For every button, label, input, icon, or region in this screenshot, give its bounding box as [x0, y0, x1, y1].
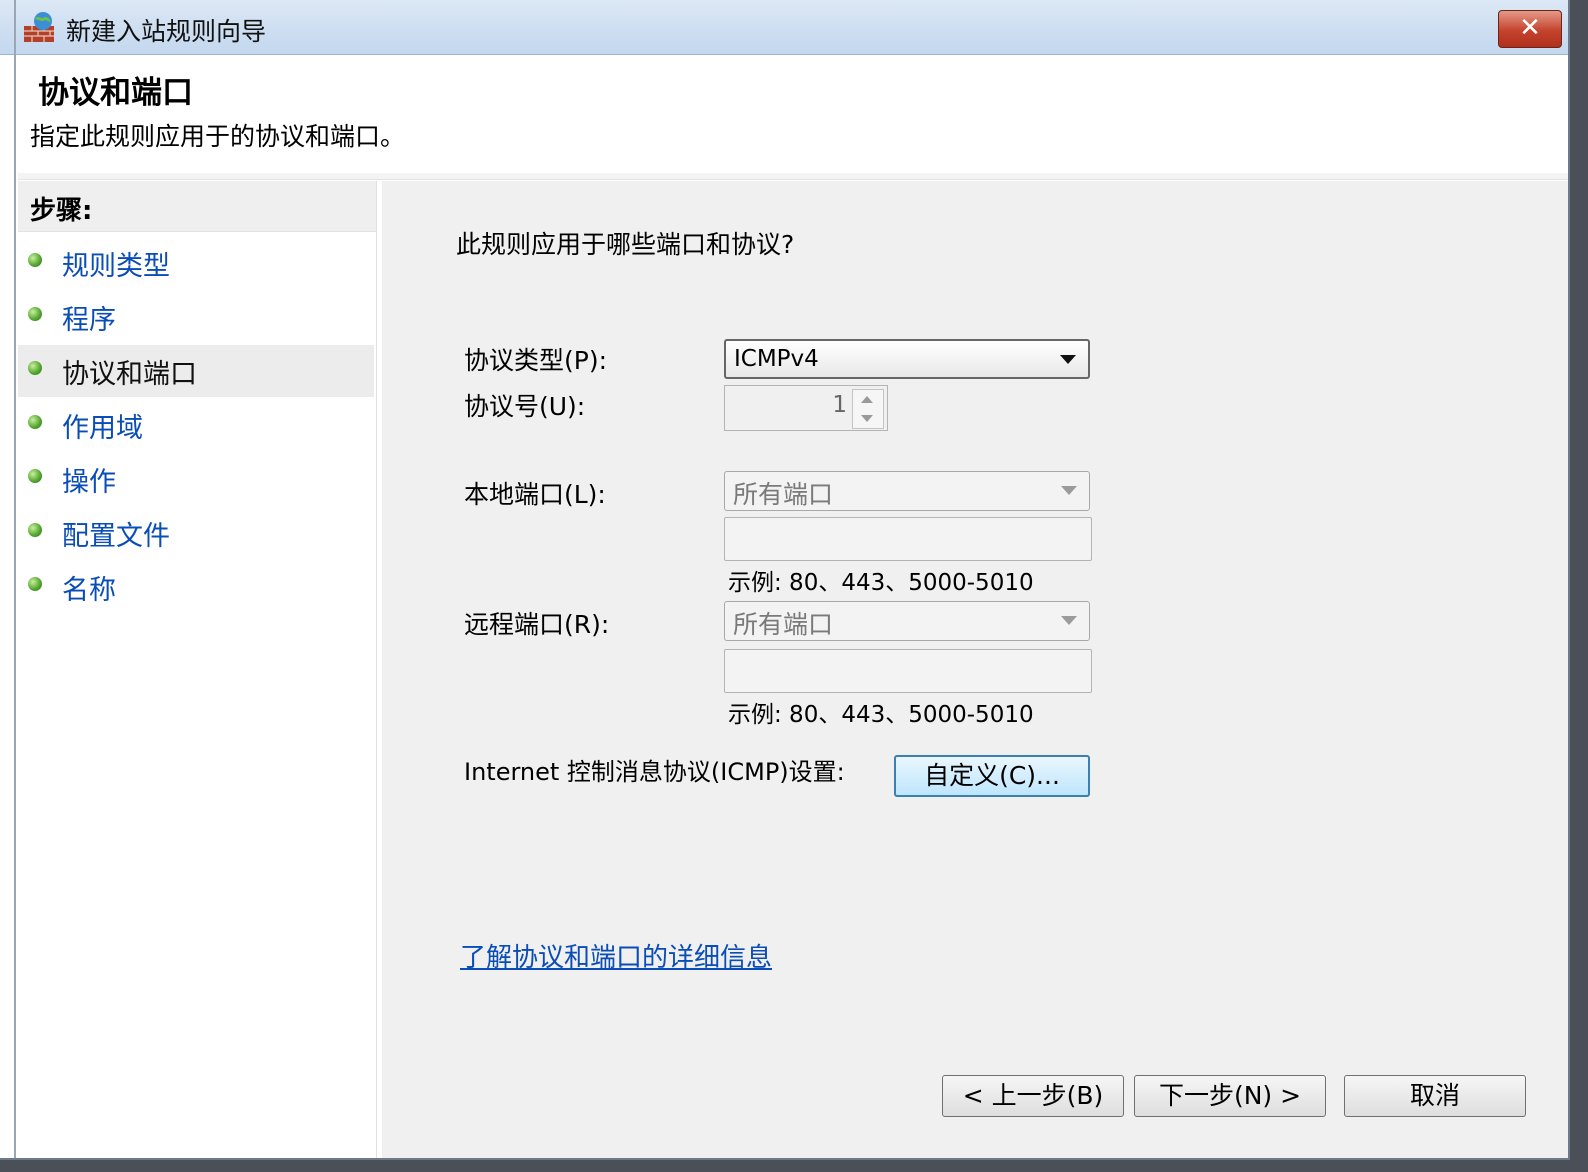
remote-port-value: 所有端口 — [733, 610, 834, 639]
local-port-input[interactable] — [724, 517, 1092, 561]
wizard-window: 新建入站规则向导 ✕ 协议和端口 指定此规则应用于的协议和端口。 步骤: 规则类… — [0, 0, 1570, 1160]
steps-sidebar: 步骤: 规则类型 程序 协议和端口 作用域 操作 配置文件 名称 — [18, 181, 377, 1158]
cancel-button[interactable]: 取消 — [1344, 1075, 1526, 1117]
next-button-label: 下一步(N) > — [1158, 1081, 1302, 1110]
step-action[interactable]: 操作 — [18, 453, 374, 505]
step-bullet-icon — [28, 469, 42, 483]
cancel-button-label: 取消 — [1409, 1081, 1460, 1110]
wizard-header: 协议和端口 指定此规则应用于的协议和端口。 — [18, 55, 1568, 173]
protocol-number-label: 协议号(U): — [464, 392, 586, 421]
step-label: 协议和端口 — [62, 359, 197, 390]
local-port-value: 所有端口 — [733, 480, 834, 509]
steps-header: 步骤: — [18, 181, 376, 232]
window-left-border — [14, 0, 16, 1158]
customize-icmp-button[interactable]: 自定义(C)... — [894, 755, 1090, 797]
local-port-dropdown[interactable]: 所有端口 — [724, 471, 1090, 511]
local-port-example: 示例: 80、443、5000-5010 — [728, 570, 1034, 596]
next-button[interactable]: 下一步(N) > — [1134, 1075, 1326, 1117]
protocol-type-dropdown[interactable]: ICMPv4 — [724, 339, 1090, 379]
close-button[interactable]: ✕ — [1498, 10, 1562, 48]
step-bullet-icon — [28, 415, 42, 429]
question-text: 此规则应用于哪些端口和协议? — [456, 230, 795, 259]
stepper-buttons[interactable] — [852, 389, 884, 429]
step-bullet-icon — [28, 361, 42, 375]
step-profile[interactable]: 配置文件 — [18, 507, 374, 559]
step-label: 名称 — [62, 575, 116, 606]
step-name[interactable]: 名称 — [18, 561, 374, 613]
protocol-number-value: 1 — [832, 392, 847, 418]
step-label: 规则类型 — [62, 251, 170, 282]
chevron-down-icon — [1061, 616, 1077, 625]
page-subtitle: 指定此规则应用于的协议和端口。 — [30, 122, 406, 151]
header-divider — [18, 173, 1568, 180]
protocol-number-stepper[interactable]: 1 — [724, 385, 888, 431]
title-bar: 新建入站规则向导 ✕ — [0, 0, 1568, 55]
step-label: 程序 — [62, 305, 116, 336]
page-title: 协议和端口 — [38, 75, 193, 111]
learn-more-link[interactable]: 了解协议和端口的详细信息 — [460, 937, 772, 974]
step-label: 配置文件 — [62, 521, 170, 552]
back-button[interactable]: < 上一步(B) — [942, 1075, 1124, 1117]
steps-title: 步骤: — [30, 196, 93, 226]
step-label: 操作 — [62, 467, 116, 498]
step-program[interactable]: 程序 — [18, 291, 374, 343]
remote-port-input[interactable] — [724, 649, 1092, 693]
remote-port-example: 示例: 80、443、5000-5010 — [728, 702, 1034, 728]
chevron-down-icon — [1061, 486, 1077, 495]
remote-port-label: 远程端口(R): — [464, 610, 610, 639]
step-scope[interactable]: 作用域 — [18, 399, 374, 451]
firewall-icon — [24, 12, 54, 42]
arrow-down-icon — [861, 415, 873, 422]
step-bullet-icon — [28, 307, 42, 321]
icmp-settings-label: Internet 控制消息协议(ICMP)设置: — [464, 758, 845, 786]
customize-icmp-button-label: 自定义(C)... — [924, 761, 1060, 790]
window-title: 新建入站规则向导 — [66, 17, 267, 46]
local-port-label: 本地端口(L): — [464, 480, 606, 509]
wizard-content: 此规则应用于哪些端口和协议? 协议类型(P): ICMPv4 协议号(U): 1… — [382, 181, 1568, 1158]
step-rule-type[interactable]: 规则类型 — [18, 237, 374, 289]
protocol-type-label: 协议类型(P): — [464, 346, 608, 375]
step-protocol-and-ports[interactable]: 协议和端口 — [18, 345, 374, 397]
close-icon: ✕ — [1519, 13, 1541, 43]
step-label: 作用域 — [62, 413, 143, 444]
arrow-up-icon — [861, 396, 873, 403]
remote-port-dropdown[interactable]: 所有端口 — [724, 601, 1090, 641]
step-bullet-icon — [28, 577, 42, 591]
protocol-type-value: ICMPv4 — [734, 346, 819, 372]
step-bullet-icon — [28, 523, 42, 537]
chevron-down-icon — [1060, 355, 1076, 364]
back-button-label: < 上一步(B) — [962, 1081, 1104, 1110]
step-bullet-icon — [28, 253, 42, 267]
